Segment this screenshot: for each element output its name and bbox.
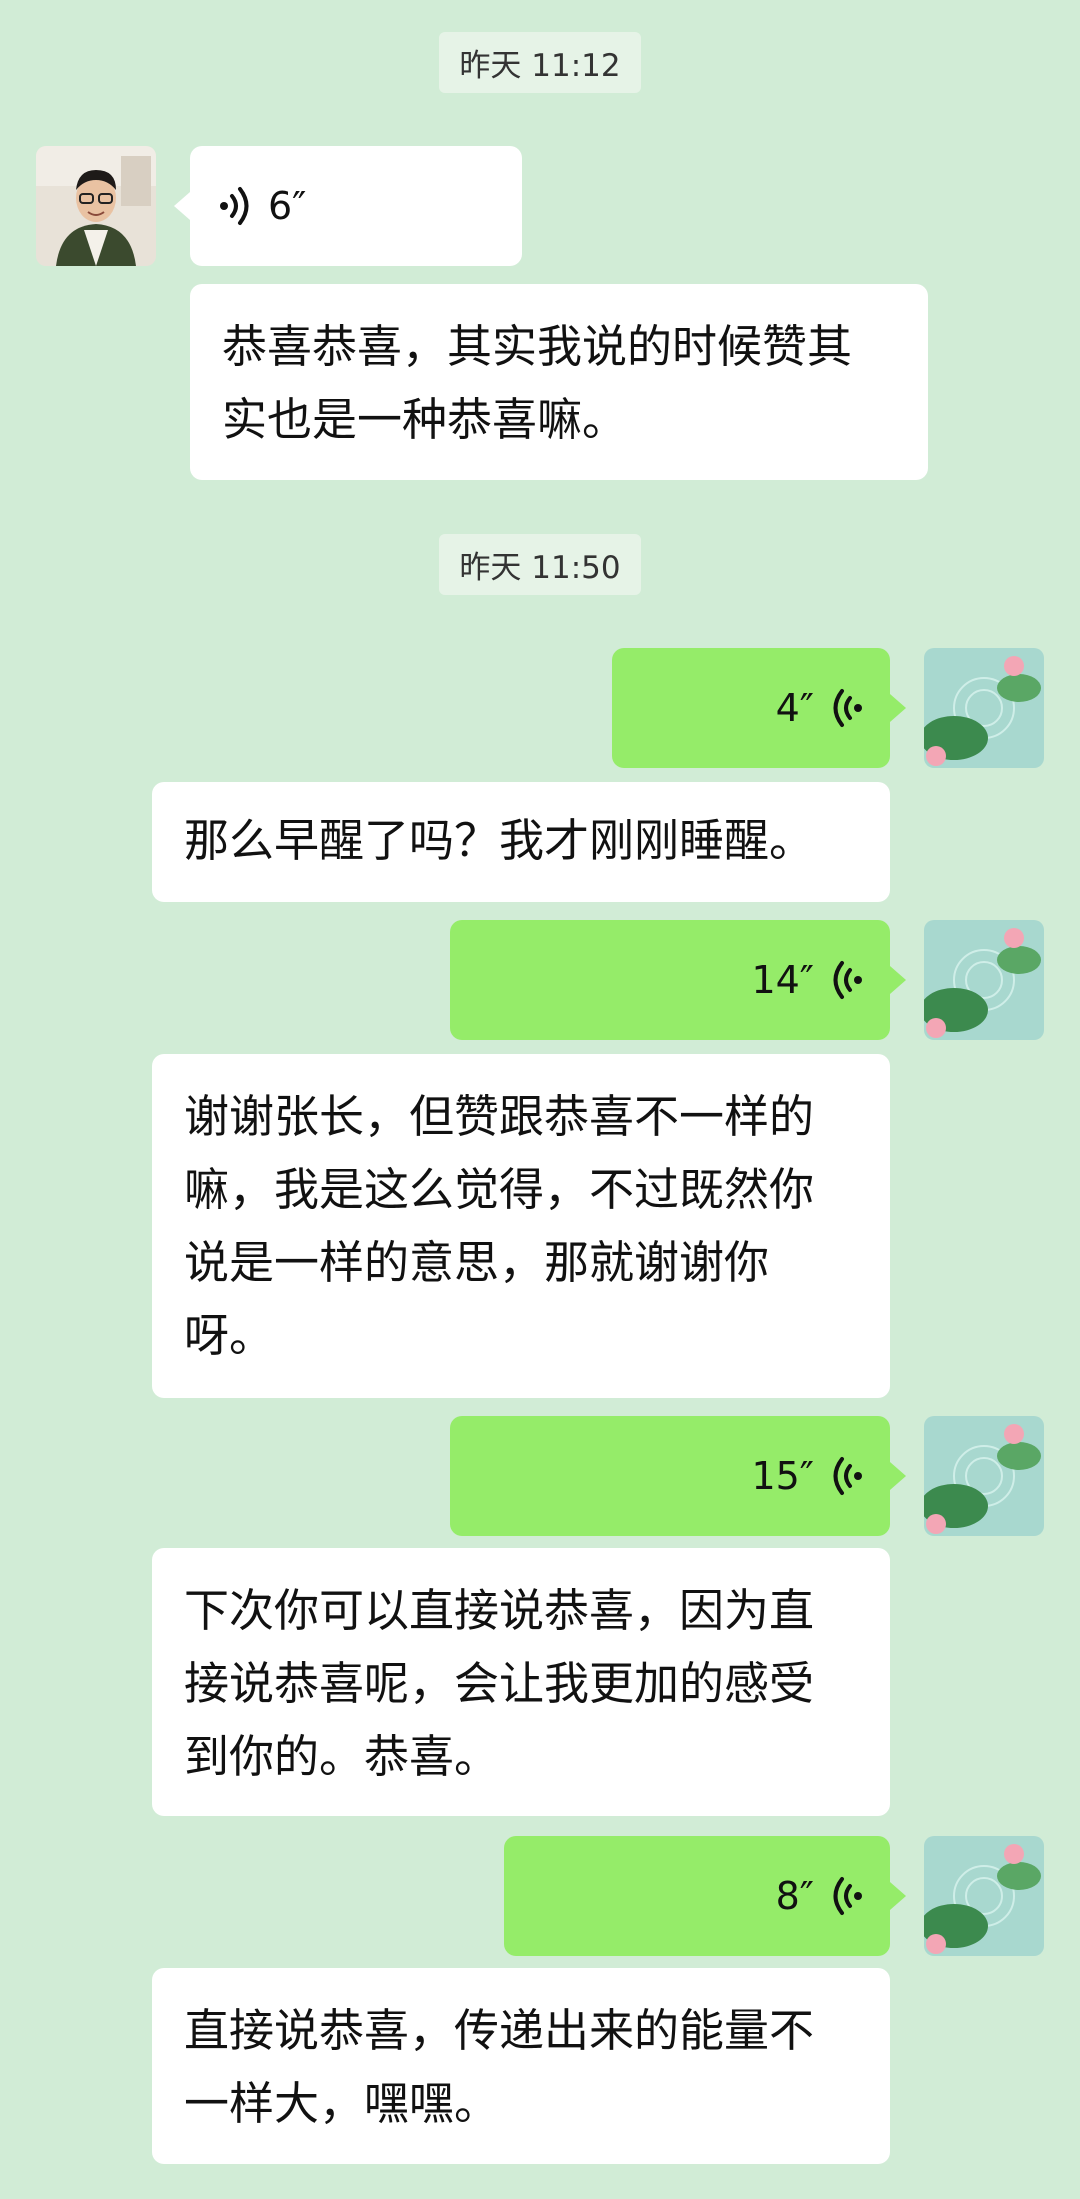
voice-message-bubble[interactable]: 15″ [450,1416,906,1536]
voice-wave-icon [833,1877,862,1915]
voice-wave-icon [833,961,862,999]
my-avatar[interactable] [924,920,1044,1040]
timestamp: 昨天 11:12 [0,32,1080,93]
voice-duration: 6″ [268,184,307,228]
voice-duration: 8″ [775,1874,814,1918]
voice-message-bubble[interactable]: 8″ [504,1836,906,1956]
my-avatar[interactable] [924,648,1044,768]
voice-wave-icon [220,187,249,225]
contact-avatar[interactable] [36,146,156,266]
voice-duration: 15″ [751,1454,814,1498]
text-message-bubble[interactable]: 恭喜恭喜，其实我说的时候赞其实也是一种恭喜嘛。 [190,284,928,480]
message-text: 那么早醒了吗？我才刚刚睡醒。 [184,814,815,867]
voice-message-bubble[interactable]: 4″ [612,648,906,768]
voice-duration: 4″ [775,686,814,730]
my-avatar[interactable] [924,1416,1044,1536]
message-text: 直接说恭喜，传递出来的能量不一样大，嘿嘿。 [184,2004,815,2130]
text-message-bubble[interactable]: 直接说恭喜，传递出来的能量不一样大，嘿嘿。 [152,1968,890,2164]
message-text: 谢谢张长，但赞跟恭喜不一样的嘛，我是这么觉得，不过既然你说是一样的意思，那就谢谢… [184,1090,815,1362]
voice-wave-icon [833,689,862,727]
text-message-bubble[interactable]: 下次你可以直接说恭喜，因为直接说恭喜呢，会让我更加的感受到你的。恭喜。 [152,1548,890,1816]
text-message-bubble[interactable]: 谢谢张长，但赞跟恭喜不一样的嘛，我是这么觉得，不过既然你说是一样的意思，那就谢谢… [152,1054,890,1398]
voice-message-bubble[interactable]: 6″ [174,146,522,266]
text-message-bubble[interactable]: 那么早醒了吗？我才刚刚睡醒。 [152,782,890,902]
timestamp-text: 昨天 11:12 [439,32,641,93]
voice-wave-icon [833,1457,862,1495]
timestamp: 昨天 11:50 [0,534,1080,595]
timestamp-text: 昨天 11:50 [439,534,641,595]
message-text: 下次你可以直接说恭喜，因为直接说恭喜呢，会让我更加的感受到你的。恭喜。 [184,1584,815,1783]
voice-duration: 14″ [751,958,814,1002]
my-avatar[interactable] [924,1836,1044,1956]
message-text: 恭喜恭喜，其实我说的时候赞其实也是一种恭喜嘛。 [222,320,853,446]
voice-message-bubble[interactable]: 14″ [450,920,906,1040]
